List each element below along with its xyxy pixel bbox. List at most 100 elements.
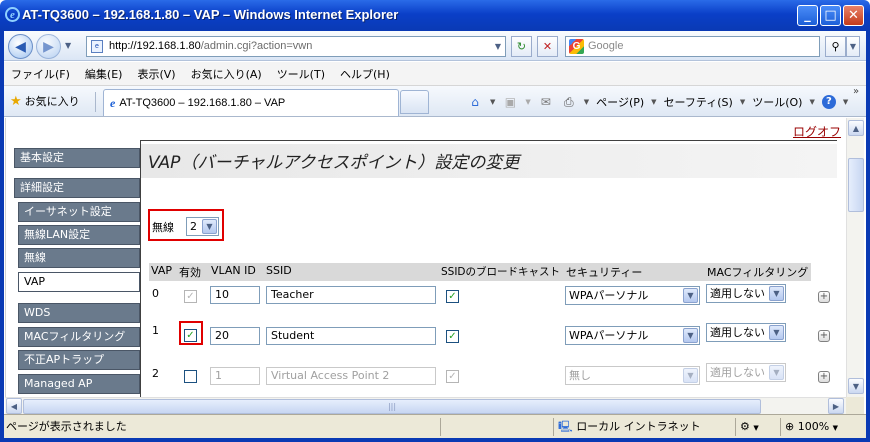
enabled-checkbox[interactable]: ✓ <box>184 290 197 303</box>
ssid-field[interactable]: Student <box>266 327 436 345</box>
search-options-icon[interactable]: ▼ <box>846 36 860 57</box>
chevron-down-icon: ▼ <box>683 288 698 303</box>
content-rule <box>140 140 141 397</box>
scroll-thumb[interactable]: ||| <box>23 399 761 414</box>
print-icon[interactable]: ⎙ <box>561 95 577 109</box>
refresh-icon[interactable]: ↻ <box>511 36 532 57</box>
search-input[interactable]: G Google <box>565 36 820 57</box>
chevron-down-icon: ▼ <box>832 424 839 432</box>
window-title: AT-TQ3600 – 192.168.1.80 – VAP – Windows… <box>22 7 399 22</box>
favorites-bar: ★ お気に入り e AT-TQ3600 – 192.168.1.80 – VAP… <box>0 86 870 117</box>
nav-mac-filtering[interactable]: MACフィルタリング <box>18 327 140 347</box>
security-select[interactable]: WPAパーソナル ▼ <box>565 286 700 305</box>
radio-select[interactable]: 2 ▼ <box>186 217 219 236</box>
stop-icon[interactable]: ✕ <box>537 36 558 57</box>
home-icon[interactable]: ⌂ <box>467 95 483 109</box>
expand-plus-icon[interactable]: + <box>818 371 830 383</box>
window-frame-left <box>0 31 4 438</box>
protected-mode-icon[interactable]: ⚙ ▼ <box>735 418 775 436</box>
scroll-down-icon[interactable]: ▼ <box>848 378 864 394</box>
new-tab-button[interactable] <box>400 90 429 114</box>
expand-plus-icon[interactable]: + <box>818 291 830 303</box>
url-input[interactable]: e http://192.168.1.80/admin.cgi?action=v… <box>86 36 506 57</box>
mail-icon[interactable]: ✉ <box>538 95 554 109</box>
ssid-field[interactable]: Virtual Access Point 2 <box>266 367 436 385</box>
history-dropdown-icon[interactable]: ▼ <box>65 41 71 50</box>
feeds-icon[interactable]: ▣ <box>502 95 518 109</box>
col-enabled: 有効 <box>179 266 201 279</box>
menu-file[interactable]: ファイル(F) <box>11 66 70 82</box>
menu-edit[interactable]: 編集(E) <box>85 66 123 82</box>
enabled-checkbox[interactable]: ✓ <box>184 370 197 383</box>
page-title: VAP（バーチャルアクセスポイント）設定の変更 <box>148 153 520 173</box>
nav-radio[interactable]: 無線 <box>18 248 140 268</box>
broadcast-checkbox[interactable]: ✓ <box>446 290 459 303</box>
col-vap: VAP <box>151 264 172 277</box>
zoom-icon: ⊕ <box>785 420 795 433</box>
horizontal-scrollbar[interactable]: ◀ ||| ▶ <box>5 397 846 414</box>
col-vlan-id: VLAN ID <box>211 264 256 277</box>
header-rule <box>140 140 837 141</box>
page-menu[interactable]: ページ(P) <box>596 94 644 110</box>
menu-bar: ファイル(F) 編集(E) 表示(V) お気に入り(A) ツール(T) ヘルプ(… <box>0 62 870 86</box>
nav-wds[interactable]: WDS <box>18 303 140 323</box>
broadcast-checkbox[interactable]: ✓ <box>446 330 459 343</box>
broadcast-checkbox[interactable]: ✓ <box>446 370 459 383</box>
security-select[interactable]: 無し ▼ <box>565 366 700 385</box>
tab-active[interactable]: e AT-TQ3600 – 192.168.1.80 – VAP <box>103 89 399 116</box>
minimize-button[interactable]: _ <box>797 5 818 26</box>
maximize-button[interactable]: □ <box>820 5 841 26</box>
nav-advanced-settings[interactable]: 詳細設定 <box>14 178 140 198</box>
nav-managed-ap[interactable]: Managed AP <box>18 374 140 394</box>
nav-wireless-lan[interactable]: 無線LAN設定 <box>18 225 140 245</box>
menu-help[interactable]: ヘルプ(H) <box>340 66 390 82</box>
mac-filter-select[interactable]: 適用しない ▼ <box>706 323 786 342</box>
ie-logo-icon: e <box>5 7 20 22</box>
scroll-corner <box>846 397 864 414</box>
chevron-more-icon[interactable]: » <box>853 86 859 97</box>
mac-filter-select[interactable]: 適用しない ▼ <box>706 284 786 303</box>
radio-label: 無線 <box>152 221 174 234</box>
menu-view[interactable]: 表示(V) <box>137 66 175 82</box>
nav-basic-settings[interactable]: 基本設定 <box>14 148 140 168</box>
scroll-left-icon[interactable]: ◀ <box>6 398 22 414</box>
mac-filter-select[interactable]: 適用しない ▼ <box>706 363 786 382</box>
expand-plus-icon[interactable]: + <box>818 330 830 342</box>
close-button[interactable]: ✕ <box>843 5 864 26</box>
back-button[interactable]: ◀ <box>8 34 33 59</box>
forward-button[interactable]: ▶ <box>36 34 61 59</box>
vlan-id-field[interactable]: 1 <box>210 367 260 385</box>
chevron-down-icon: ▼ <box>683 368 698 383</box>
favorites-button[interactable]: ★ お気に入り <box>10 93 80 109</box>
divider <box>95 92 96 112</box>
col-mac-filtering: MACフィルタリング <box>707 266 809 279</box>
menu-tools[interactable]: ツール(T) <box>277 66 325 82</box>
title-bar: e AT-TQ3600 – 192.168.1.80 – VAP – Windo… <box>0 0 870 31</box>
vap-number: 0 <box>152 287 159 300</box>
url-dropdown-icon[interactable]: ▼ <box>490 37 506 56</box>
scroll-thumb[interactable] <box>848 158 864 212</box>
vertical-scrollbar[interactable]: ▲ ▼ <box>846 118 864 397</box>
vlan-id-field[interactable]: 20 <box>210 327 260 345</box>
nav-rogue-ap[interactable]: 不正APトラップ <box>18 350 140 370</box>
scroll-up-icon[interactable]: ▲ <box>848 120 864 136</box>
logoff-link[interactable]: ログオフ <box>793 123 841 140</box>
menu-favorites[interactable]: お気に入り(A) <box>191 66 262 82</box>
tools-menu[interactable]: ツール(O) <box>752 94 802 110</box>
chevron-down-icon: ▼ <box>769 365 784 380</box>
status-text: ページが表示されました <box>6 420 127 433</box>
scroll-right-icon[interactable]: ▶ <box>828 398 844 414</box>
nav-vap[interactable]: VAP <box>18 272 140 292</box>
nav-ethernet[interactable]: イーサネット設定 <box>18 202 140 222</box>
intranet-icon: 🖳 <box>558 420 573 433</box>
security-select[interactable]: WPAパーソナル ▼ <box>565 326 700 345</box>
zoom-control[interactable]: ⊕ 100% ▼ <box>780 418 860 436</box>
status-segment <box>440 418 550 436</box>
command-bar: ⌂ ▼ ▣ ▼ ✉ ⎙ ▼ ページ(P) ▼ セーフティ(S) ▼ ツール(O) ▼ ? ▼ <box>467 91 848 113</box>
vlan-id-field[interactable]: 10 <box>210 286 260 304</box>
safety-menu[interactable]: セーフティ(S) <box>664 94 733 110</box>
enabled-checkbox[interactable]: ✓ <box>184 329 197 342</box>
ssid-field[interactable]: Teacher <box>266 286 436 304</box>
help-icon[interactable]: ? <box>821 95 836 109</box>
search-icon[interactable]: ⚲ <box>825 36 846 57</box>
